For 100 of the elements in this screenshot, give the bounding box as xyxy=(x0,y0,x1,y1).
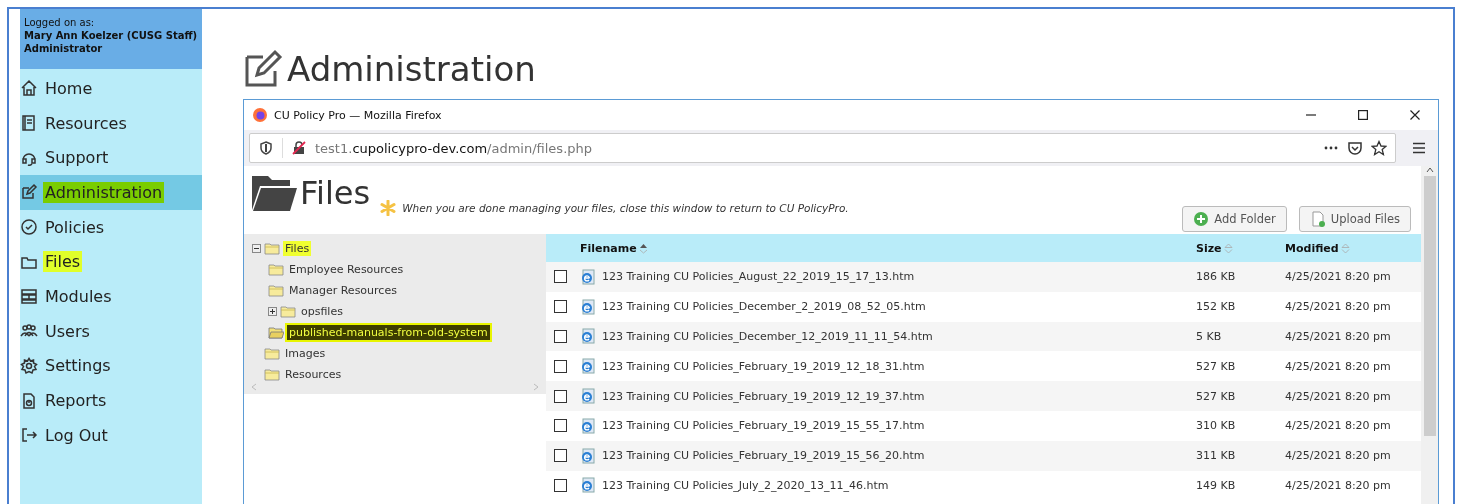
panel-title: Files xyxy=(300,174,371,212)
checkbox[interactable] xyxy=(554,389,567,403)
close-icon xyxy=(1410,110,1420,120)
file-name[interactable]: 123 Training CU Policies_February_19_2019_12_18_31.htm xyxy=(602,359,925,373)
tree-item[interactable]: published-manuals-from-old-system xyxy=(287,325,490,340)
edit-icon xyxy=(20,183,38,202)
web-file-icon xyxy=(580,447,596,464)
checkbox[interactable] xyxy=(554,270,567,284)
nav-item[interactable]: Files xyxy=(20,244,202,280)
nav-label: Settings xyxy=(44,355,112,377)
file-name[interactable]: 123 Training CU Policies_February_19_2019_12_19_37.htm xyxy=(602,389,925,403)
nav-item[interactable]: Settings xyxy=(20,348,202,384)
expand-icon[interactable] xyxy=(268,307,277,316)
file-size: 310 KB xyxy=(1196,419,1237,433)
window-title: CU Policy Pro — Mozilla Firefox xyxy=(274,108,443,122)
modified-date: 4/25/2021 8:20 pm xyxy=(1285,270,1392,284)
nav-item[interactable]: Policies xyxy=(20,209,202,245)
modified-date: 4/25/2021 8:20 pm xyxy=(1285,389,1392,403)
nav-item[interactable]: Reports xyxy=(20,383,202,418)
folder-icon xyxy=(264,242,280,255)
web-file-icon xyxy=(580,298,596,315)
asterisk-icon xyxy=(380,200,397,216)
file-size: 149 KB xyxy=(1196,478,1237,492)
address-bar[interactable]: test1.cupolicypro-dev.com/admin/files.php xyxy=(249,133,1396,163)
nav-label: Files xyxy=(43,251,83,273)
scroll-thumb[interactable] xyxy=(1423,176,1436,436)
browser-logo-icon xyxy=(252,107,268,123)
user-name: Mary Ann Koelzer (CUSG Staff) xyxy=(24,30,198,41)
vertical-scrollbar[interactable] xyxy=(1421,166,1438,504)
plus-circle-icon xyxy=(1193,211,1210,227)
book-icon xyxy=(20,114,38,133)
nav-label: Modules xyxy=(44,285,113,307)
file-size: 527 KB xyxy=(1196,359,1237,373)
file-size: 152 KB xyxy=(1196,300,1237,314)
notice-text: When you are done managing your files, close this window to return to CU PolicyPro. xyxy=(402,202,849,214)
file-name[interactable]: 123 Training CU Policies_February_19_2019_15_55_17.htm xyxy=(602,419,925,433)
tree-item[interactable]: Images xyxy=(283,346,328,361)
pocket-icon[interactable] xyxy=(1347,140,1363,156)
nav-item[interactable]: Administration xyxy=(20,175,202,210)
folder-icon xyxy=(264,347,280,360)
user-role: Administrator xyxy=(24,43,104,54)
tree-item[interactable]: Manager Resources xyxy=(287,283,399,298)
checkbox[interactable] xyxy=(554,449,567,463)
file-size: 527 KB xyxy=(1196,389,1237,403)
nav-item[interactable]: Home xyxy=(20,71,202,106)
logout-icon xyxy=(20,426,38,445)
tree-item[interactable]: Files xyxy=(283,241,312,256)
file-size: 311 KB xyxy=(1196,449,1237,463)
modules-icon xyxy=(20,287,38,306)
nav-item[interactable]: Log Out xyxy=(20,417,202,453)
file-name[interactable]: 123 Training CU Policies_December_2_2019_08_52_05.htm xyxy=(602,300,926,314)
file-name[interactable]: 123 Training CU Policies_August_22_2019_15_17_13.htm xyxy=(602,270,915,284)
collapse-icon[interactable] xyxy=(252,244,261,253)
folder-icon xyxy=(268,263,284,276)
nav-label: Resources xyxy=(44,112,128,134)
folder-icon xyxy=(250,174,298,212)
column-header[interactable]: Modified xyxy=(1285,241,1421,255)
file-add-icon xyxy=(1309,211,1326,227)
scroll-up-icon[interactable] xyxy=(1425,166,1434,174)
web-file-icon xyxy=(580,388,596,405)
modified-date: 4/25/2021 8:20 pm xyxy=(1285,419,1392,433)
shield-icon xyxy=(258,140,274,156)
file-name[interactable]: 123 Training CU Policies_December_12_2019_11_11_54.htm xyxy=(602,330,933,343)
open-folder-icon xyxy=(268,326,284,339)
nav-label: Users xyxy=(44,320,91,342)
page-title: Administration xyxy=(287,49,536,89)
nav-item[interactable]: Resources xyxy=(20,105,202,141)
url-text: test1.cupolicypro-dev.com/admin/files.php xyxy=(315,140,592,156)
check-circle-icon xyxy=(20,218,38,237)
modified-date: 4/25/2021 8:20 pm xyxy=(1285,330,1392,343)
modified-date: 4/25/2021 8:20 pm xyxy=(1285,478,1392,492)
tree-item[interactable]: Resources xyxy=(283,367,344,382)
nav-item[interactable]: Modules xyxy=(20,279,202,314)
column-header[interactable]: Size xyxy=(1196,241,1285,255)
insecure-lock-icon xyxy=(291,140,307,156)
folder-icon xyxy=(268,284,284,297)
file-name[interactable]: 123 Training CU Policies_February_19_2019_15_56_20.htm xyxy=(602,449,925,463)
minimize-icon xyxy=(1306,114,1316,116)
star-icon[interactable] xyxy=(1371,140,1387,156)
checkbox[interactable] xyxy=(554,419,567,433)
nav-label: Log Out xyxy=(44,424,109,446)
login-label: Logged on as: xyxy=(24,17,96,28)
checkbox[interactable] xyxy=(554,300,567,314)
checkbox[interactable] xyxy=(554,359,567,373)
modified-date: 4/25/2021 8:20 pm xyxy=(1285,449,1392,463)
add-folder-button[interactable]: Add Folder xyxy=(1182,206,1287,232)
web-file-icon xyxy=(580,328,596,345)
tree-item[interactable]: Employee Resources xyxy=(287,262,406,277)
checkbox[interactable] xyxy=(554,330,567,343)
column-header[interactable]: Filename xyxy=(580,241,1196,255)
nav-item[interactable]: Support xyxy=(20,140,202,176)
tree-item[interactable]: opsfiles xyxy=(299,304,345,319)
checkbox[interactable] xyxy=(554,478,567,492)
nav-item[interactable]: Users xyxy=(20,313,202,349)
edit-icon xyxy=(243,49,283,89)
upload-button[interactable]: Upload Files xyxy=(1298,206,1411,232)
report-icon xyxy=(20,391,38,410)
nav-label: Reports xyxy=(44,390,108,412)
file-name[interactable]: 123 Training CU Policies_July_2_2020_13_11_46.htm xyxy=(602,478,889,492)
nav-label: Policies xyxy=(44,216,106,238)
